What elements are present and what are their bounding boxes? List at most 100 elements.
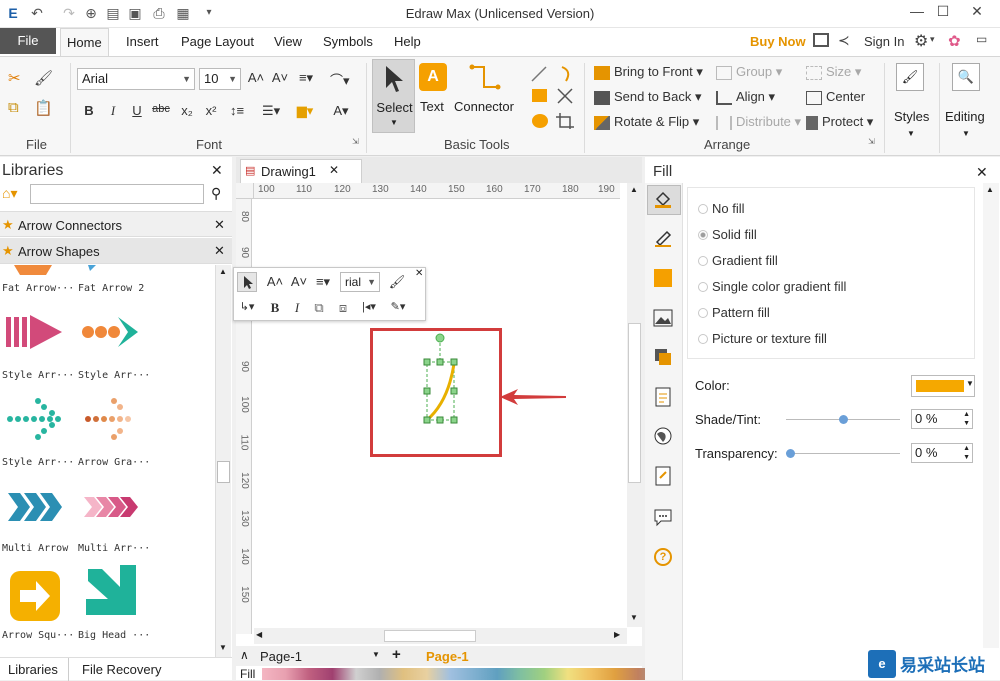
styles-icon[interactable]: 🖌 bbox=[896, 63, 924, 91]
close-libraries-icon[interactable]: ✕ bbox=[211, 162, 223, 179]
library-section-arrow-connectors[interactable]: ★ Arrow Connectors ✕ bbox=[0, 211, 232, 237]
resize-handle[interactable] bbox=[423, 358, 431, 366]
tab-symbols[interactable]: Symbols bbox=[317, 28, 379, 56]
arc-tool-icon[interactable] bbox=[561, 66, 570, 82]
style-arrow-thumb[interactable] bbox=[6, 315, 62, 349]
tab-home[interactable]: Home bbox=[60, 28, 109, 56]
close-window-button[interactable]: ✕ bbox=[954, 0, 1000, 24]
text-tool-icon[interactable]: A bbox=[419, 63, 447, 91]
fat-arrow-2-thumb[interactable] bbox=[88, 265, 96, 271]
mini-select-icon[interactable] bbox=[237, 272, 257, 292]
mini-italic-icon[interactable]: I bbox=[288, 300, 306, 316]
shade-tint-input[interactable]: 0 % ▲ ▼ bbox=[911, 409, 973, 429]
multi-arrow-2-thumb[interactable] bbox=[84, 497, 138, 517]
scroll-down-icon[interactable]: ▼ bbox=[630, 613, 638, 622]
transparency-slider-track[interactable] bbox=[786, 453, 900, 454]
multi-arrow-thumb[interactable] bbox=[8, 493, 62, 521]
buy-now-link[interactable]: Buy Now bbox=[750, 34, 806, 49]
bring-to-front-button[interactable]: Bring to Front ▾ bbox=[594, 64, 703, 80]
page-select[interactable]: Page-1 bbox=[260, 649, 302, 664]
add-page-icon[interactable]: + bbox=[392, 646, 401, 663]
color-picker[interactable]: ▼ bbox=[911, 375, 975, 397]
library-item-label[interactable]: Multi Arr··· bbox=[78, 543, 150, 554]
tab-help[interactable]: Help bbox=[388, 28, 427, 56]
library-item-label[interactable]: Arrow Squ··· bbox=[2, 630, 74, 641]
library-item-label[interactable]: Style Arr··· bbox=[2, 457, 74, 468]
mini-connector-icon[interactable]: ↳▾ bbox=[238, 300, 256, 313]
arrange-dialog-launcher-icon[interactable]: ⇲ bbox=[868, 137, 875, 146]
page-select-dropdown-icon[interactable]: ▼ bbox=[372, 650, 380, 659]
font-family-select[interactable]: Arial ▼ bbox=[77, 68, 195, 90]
select-tool-button[interactable]: Select ▼ bbox=[372, 59, 415, 133]
shadow-icon[interactable] bbox=[652, 267, 674, 289]
mini-font-select[interactable]: rial ▼ bbox=[340, 272, 380, 292]
vertical-scroll-thumb[interactable] bbox=[628, 323, 641, 483]
close-section-icon[interactable]: ✕ bbox=[214, 217, 225, 233]
comments-icon[interactable] bbox=[652, 506, 674, 528]
resize-handle[interactable] bbox=[450, 358, 458, 366]
resize-handle[interactable] bbox=[436, 358, 444, 366]
library-home-icon[interactable]: ⌂▾ bbox=[2, 185, 17, 202]
globe-icon[interactable] bbox=[652, 425, 674, 447]
editing-button[interactable]: Editing bbox=[945, 109, 985, 124]
option-gradient-fill[interactable]: Gradient fill bbox=[712, 253, 778, 268]
radio-picture-fill[interactable] bbox=[698, 334, 708, 344]
radio-pattern-fill[interactable] bbox=[698, 308, 708, 318]
italic-icon[interactable]: I bbox=[104, 103, 122, 119]
text-direction-icon[interactable]: ⌒▾ bbox=[330, 70, 350, 89]
selected-arc-shape[interactable] bbox=[410, 330, 470, 430]
mini-bring-front-icon[interactable]: ⧉ bbox=[310, 300, 328, 316]
format-painter-icon[interactable]: 🖌 bbox=[34, 69, 53, 87]
library-item-label[interactable]: Multi Arrow bbox=[2, 543, 68, 554]
color-palette-strip[interactable] bbox=[262, 668, 662, 680]
search-icon[interactable]: ⚲ bbox=[211, 185, 221, 202]
radio-single-color-gradient-fill[interactable] bbox=[698, 282, 708, 292]
tab-file-recovery[interactable]: File Recovery bbox=[82, 662, 161, 677]
scroll-right-icon[interactable]: ▶ bbox=[614, 630, 620, 639]
strikethrough-icon[interactable]: abc bbox=[152, 103, 170, 115]
tab-file[interactable]: File bbox=[0, 28, 56, 54]
transparency-slider-knob[interactable] bbox=[786, 449, 795, 458]
theme-icon[interactable]: ✿ bbox=[948, 32, 961, 50]
grow-font-icon[interactable]: A˄ bbox=[247, 70, 265, 85]
image-icon[interactable] bbox=[652, 307, 674, 329]
library-item-label[interactable]: Big Head ··· bbox=[78, 630, 150, 641]
option-picture-or-texture-fill[interactable]: Picture or texture fill bbox=[712, 331, 827, 346]
center-button[interactable]: Center bbox=[806, 89, 865, 105]
mini-send-back-icon[interactable]: ⧈ bbox=[334, 300, 352, 316]
library-item-label[interactable]: Arrow Gra··· bbox=[78, 457, 150, 468]
send-to-back-button[interactable]: Send to Back ▾ bbox=[594, 89, 701, 105]
ellipse-tool-icon[interactable] bbox=[532, 114, 548, 128]
mini-line-style-icon[interactable]: ✎▾ bbox=[386, 300, 410, 313]
canvas-vertical-scrollbar[interactable]: ▲ ▼ bbox=[627, 183, 642, 627]
group-button[interactable]: Group ▾ bbox=[716, 64, 782, 80]
font-dialog-launcher-icon[interactable]: ⇲ bbox=[352, 137, 359, 146]
style-arrow-dots-thumb[interactable] bbox=[82, 317, 138, 347]
mini-align-icon[interactable]: ≡▾ bbox=[314, 274, 332, 290]
scroll-left-icon[interactable]: ◀ bbox=[256, 630, 262, 639]
tab-page-layout[interactable]: Page Layout bbox=[175, 28, 260, 56]
share-icon[interactable]: ≺ bbox=[838, 32, 850, 49]
page-tab[interactable]: Page-1 bbox=[426, 649, 469, 664]
radio-no-fill[interactable] bbox=[698, 204, 708, 214]
option-solid-fill[interactable]: Solid fill bbox=[712, 227, 757, 242]
close-document-icon[interactable]: ✕ bbox=[329, 163, 339, 177]
size-button[interactable]: Size ▾ bbox=[806, 64, 861, 80]
tab-view[interactable]: View bbox=[268, 28, 308, 56]
document-tab[interactable]: ▤ Drawing1 ✕ bbox=[240, 159, 362, 183]
mini-toolbar-close-icon[interactable]: ✕ bbox=[415, 268, 423, 279]
resize-handle[interactable] bbox=[450, 416, 458, 424]
line-style-icon[interactable] bbox=[652, 227, 674, 249]
resize-handle[interactable] bbox=[436, 416, 444, 424]
tab-insert[interactable]: Insert bbox=[120, 28, 165, 56]
page-icon[interactable] bbox=[652, 386, 674, 408]
text-tool-label[interactable]: Text bbox=[420, 99, 444, 114]
protect-button[interactable]: Protect ▾ bbox=[806, 114, 873, 130]
layers-icon[interactable] bbox=[652, 346, 674, 368]
shrink-font-icon[interactable]: A˅ bbox=[271, 70, 289, 85]
rectangle-tool-icon[interactable] bbox=[532, 89, 547, 102]
help-icon[interactable]: ? bbox=[652, 546, 674, 568]
paste-icon[interactable]: 📋 bbox=[34, 99, 53, 117]
subscript-icon[interactable]: x₂ bbox=[178, 103, 196, 118]
fill-panel-scrollbar[interactable]: ▲ bbox=[983, 183, 999, 680]
